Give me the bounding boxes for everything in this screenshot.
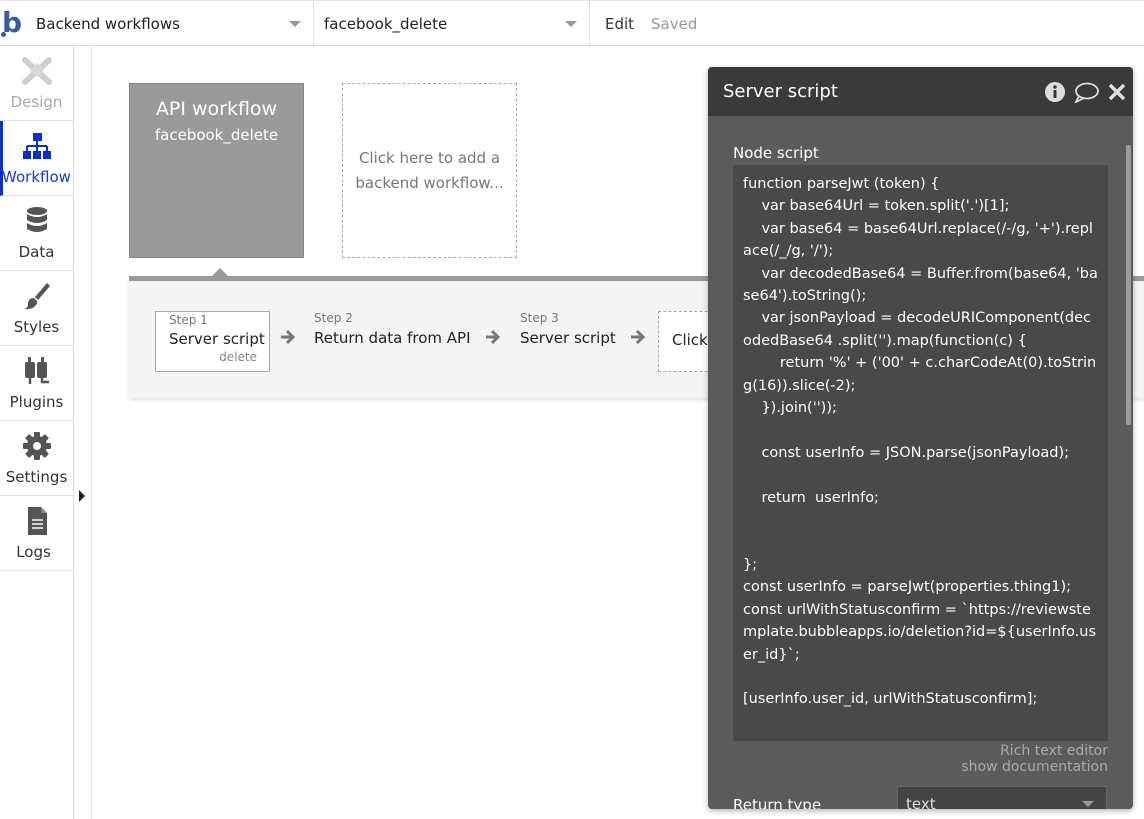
sidebar-item-data[interactable]: Data <box>0 196 73 271</box>
comment-icon[interactable] <box>1074 81 1100 103</box>
return-type-label: Return type <box>733 796 822 809</box>
panel-title: Server script <box>723 81 838 102</box>
rich-text-editor-link[interactable]: Rich text editor <box>961 743 1108 759</box>
add-workflow-line1: Click here to add a <box>358 149 501 167</box>
canvas-divider <box>91 46 92 819</box>
sidebar-item-workflow[interactable]: Workflow <box>0 121 73 196</box>
sidebar-item-design[interactable]: Design <box>0 46 73 121</box>
top-bar: b Backend workflows facebook_delete Edit… <box>0 0 1144 47</box>
database-icon <box>27 207 47 232</box>
sidebar-item-label: Logs <box>16 543 51 561</box>
api-workflow-card[interactable]: API workflow facebook_delete <box>129 83 304 258</box>
left-sidebar: Design Workflow Data Styles Plugins Sett… <box>0 46 74 819</box>
step-2[interactable]: Step 2 Return data from API <box>301 311 471 372</box>
arrow-right-icon <box>281 329 296 345</box>
sidebar-item-label: Workflow <box>2 168 71 186</box>
node-script-label: Node script <box>733 144 819 162</box>
document-icon <box>28 507 47 535</box>
editor-links: Rich text editor show documentation <box>961 743 1108 775</box>
step-1[interactable]: Step 1 Server script delete <box>155 311 270 372</box>
sidebar-item-label: Plugins <box>9 393 64 411</box>
step-number: Step 1 <box>169 313 208 327</box>
chevron-down-icon <box>1082 801 1094 807</box>
arrow-right-icon <box>631 329 646 345</box>
brush-icon <box>24 283 50 310</box>
step-subtitle: delete <box>219 350 257 364</box>
plug-icon <box>25 357 49 384</box>
server-script-panel: Server script Node script function parse… <box>708 67 1133 809</box>
step-number: Step 2 <box>314 311 353 325</box>
sidebar-item-logs[interactable]: Logs <box>0 496 73 571</box>
add-step-label: Click <box>672 331 708 349</box>
bubble-logo[interactable]: b <box>0 7 28 41</box>
edit-menu[interactable]: Edit <box>605 1 634 47</box>
sidebar-item-label: Data <box>18 243 55 261</box>
chevron-down-icon <box>565 21 577 27</box>
step-number: Step 3 <box>520 311 559 325</box>
workflow-dropdown-value: facebook_delete <box>324 15 448 33</box>
close-icon[interactable] <box>1107 81 1127 103</box>
return-type-select[interactable]: text <box>897 786 1107 809</box>
step-name: Return data from API <box>314 329 471 347</box>
step-name: Server script <box>520 329 616 347</box>
add-workflow-line2: backend workflow... <box>355 174 504 192</box>
add-backend-workflow[interactable]: Click here to add a backend workflow... <box>342 83 517 258</box>
node-script-code: function parseJwt (token) { var base64Ur… <box>743 176 1098 708</box>
saved-status: Saved <box>651 15 698 33</box>
api-workflow-title: API workflow <box>155 98 278 120</box>
sidebar-item-label: Styles <box>13 318 60 336</box>
workflow-icon <box>23 133 51 159</box>
design-icon <box>22 57 52 85</box>
step-name: Server script <box>169 330 265 348</box>
sidebar-item-plugins[interactable]: Plugins <box>0 346 73 421</box>
sidebar-item-styles[interactable]: Styles <box>0 271 73 346</box>
info-icon[interactable] <box>1044 81 1066 103</box>
panel-header: Server script <box>708 67 1133 116</box>
show-documentation-link[interactable]: show documentation <box>961 759 1108 775</box>
page-dropdown[interactable]: Backend workflows <box>28 1 314 47</box>
return-type-value: text <box>906 795 936 809</box>
workflow-dropdown[interactable]: facebook_delete <box>314 1 590 47</box>
arrow-right-icon <box>486 329 501 345</box>
chevron-down-icon <box>289 21 301 27</box>
sidebar-item-label: Settings <box>5 468 68 486</box>
page-scrollbar[interactable] <box>1126 145 1131 425</box>
gear-icon <box>23 432 51 460</box>
step-3[interactable]: Step 3 Server script <box>507 311 627 372</box>
page-dropdown-value: Backend workflows <box>36 15 180 33</box>
api-workflow-name: facebook_delete <box>154 126 279 144</box>
sidebar-item-label: Design <box>10 93 63 111</box>
sidebar-expand-icon[interactable] <box>79 490 85 502</box>
sidebar-item-settings[interactable]: Settings <box>0 421 73 496</box>
node-script-editor[interactable]: function parseJwt (token) { var base64Ur… <box>733 165 1108 741</box>
